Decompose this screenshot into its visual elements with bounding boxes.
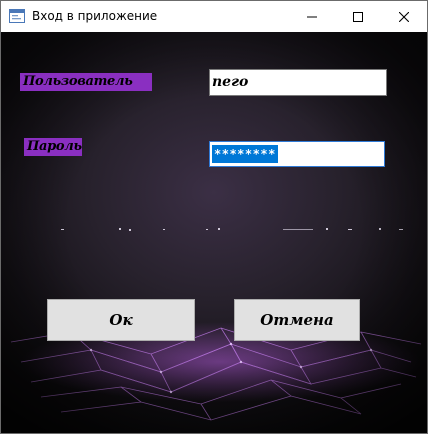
password-selected-text: ********	[212, 145, 278, 163]
title-bar[interactable]: Вход в приложение	[1, 1, 427, 32]
username-input[interactable]: пего	[209, 69, 387, 96]
ok-button-label: Ок	[109, 311, 133, 329]
username-value: пего	[212, 74, 249, 90]
password-input[interactable]: ********	[209, 141, 385, 167]
minimize-button[interactable]	[289, 1, 335, 32]
maximize-button[interactable]	[335, 1, 381, 32]
app-icon	[9, 9, 25, 23]
login-window: Вход в приложение Пользователь пего Паро…	[0, 0, 428, 434]
form-body: Пользователь пего Пароль ******** Ок Отм…	[1, 32, 427, 433]
username-label: Пользователь	[20, 73, 152, 91]
minimize-icon	[307, 16, 317, 17]
close-icon	[399, 11, 409, 22]
password-label: Пароль	[24, 138, 82, 156]
cancel-button[interactable]: Отмена	[234, 299, 360, 341]
maximize-icon	[353, 11, 363, 22]
close-button[interactable]	[381, 1, 427, 32]
cancel-button-label: Отмена	[260, 311, 334, 329]
ok-button[interactable]: Ок	[47, 299, 195, 341]
window-title: Вход в приложение	[32, 9, 158, 23]
